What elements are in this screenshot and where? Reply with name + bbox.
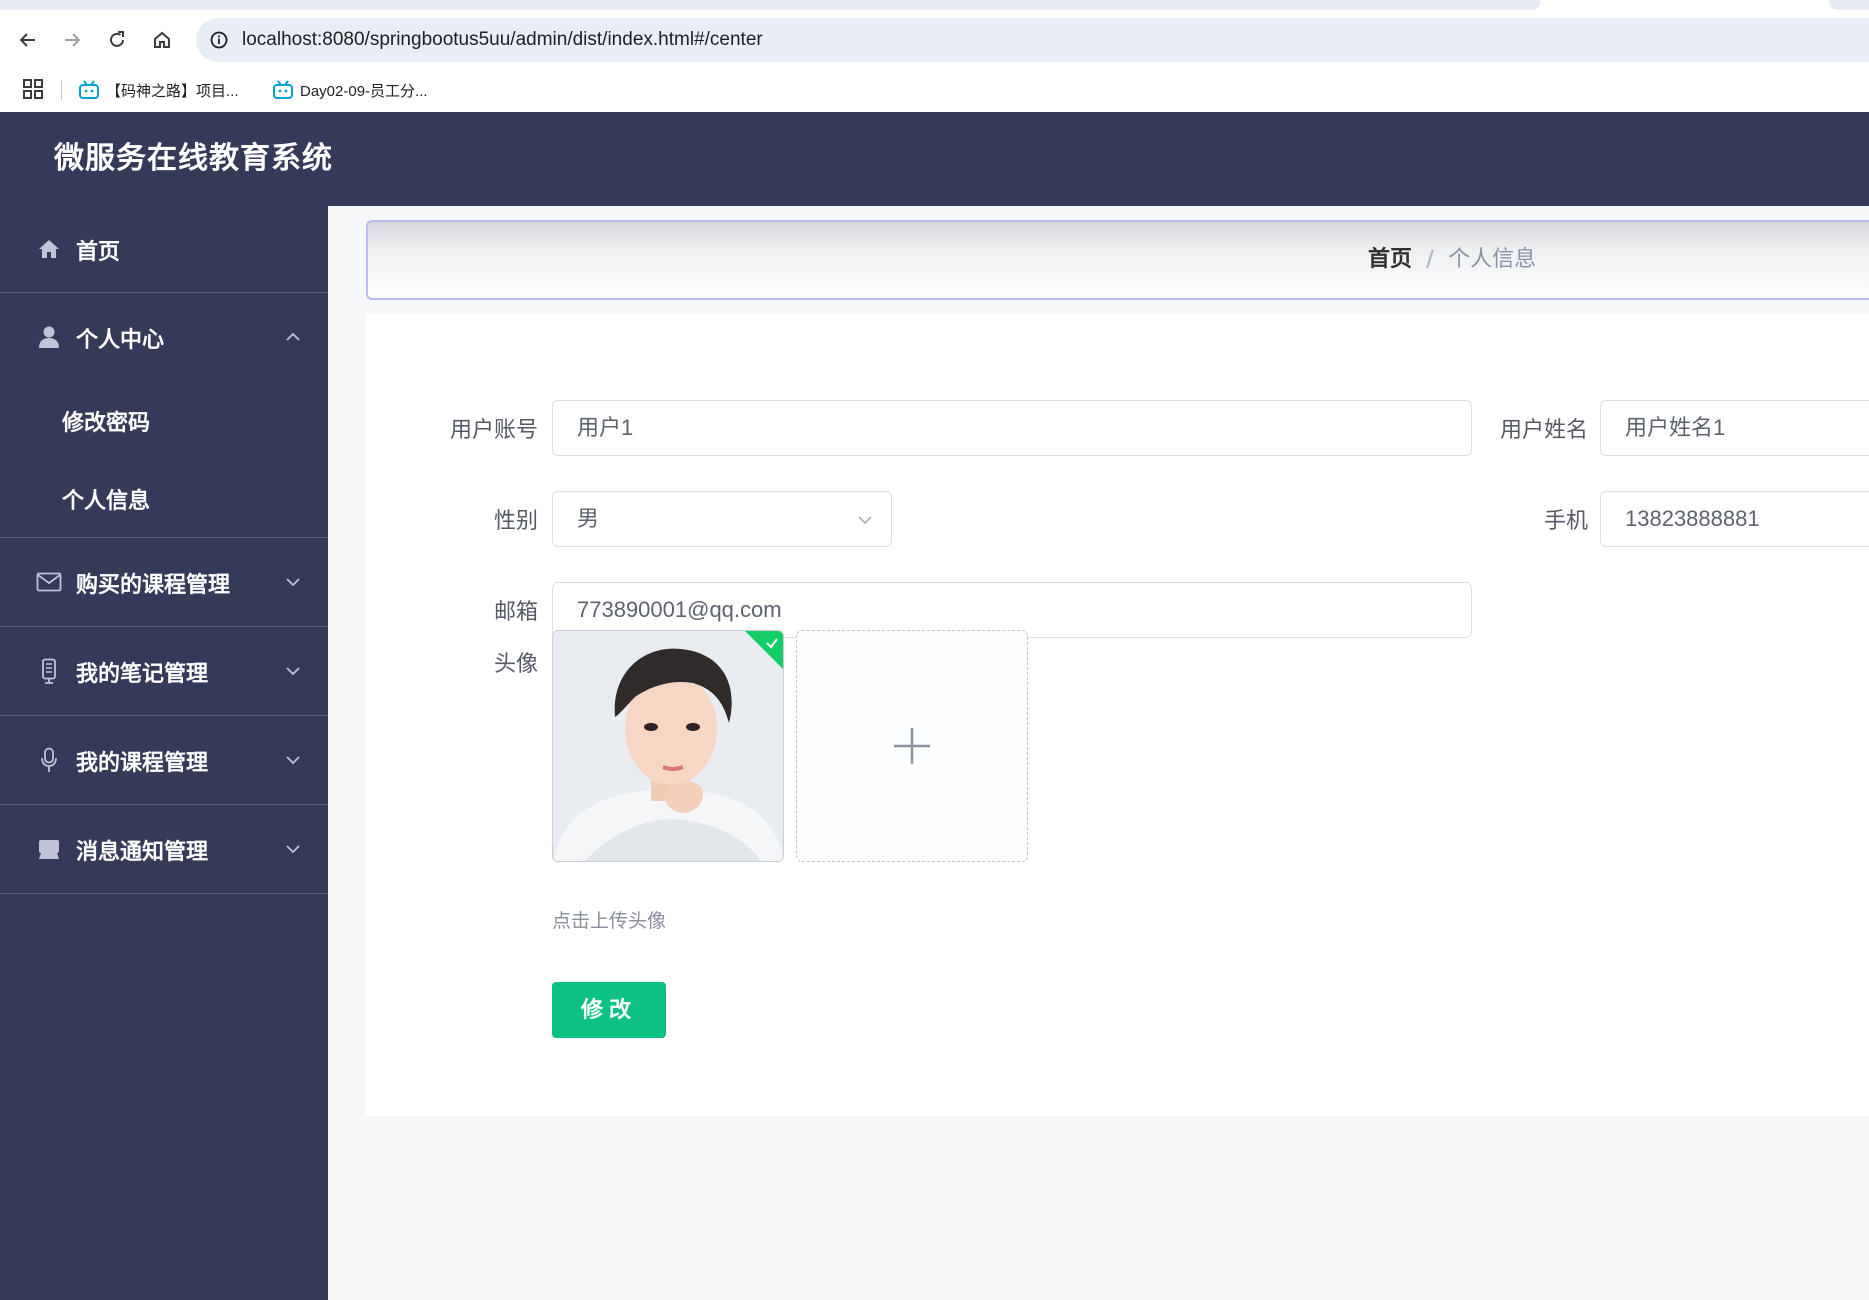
sidebar-item-my-courses[interactable]: 我的课程管理 (0, 716, 328, 804)
sidebar-item-purchased-courses[interactable]: 购买的课程管理 (0, 538, 328, 626)
sidebar-item-home[interactable]: 首页 (0, 206, 328, 292)
address-url[interactable]: localhost:8080/springbootus5uu/admin/dis… (242, 18, 763, 62)
sidebar-subitem-label: 个人信息 (62, 489, 151, 514)
forward-button[interactable] (56, 24, 88, 56)
sidebar-item-personal-center[interactable]: 个人中心 (0, 293, 328, 381)
inbox-icon (36, 836, 62, 862)
main-content: 首页 / 个人信息 用户账号 用户1 用户姓名 用户姓名1 性别 男 手机 13… (328, 206, 1869, 1300)
sidebar-subitem-label: 修改密码 (62, 411, 151, 436)
house-icon (154, 31, 170, 48)
sidebar-item-label: 购买的课程管理 (76, 573, 231, 598)
address-bar[interactable]: localhost:8080/springbootus5uu/admin/dis… (196, 18, 1869, 62)
bookmark-label: Day02-09-员工分... (300, 82, 428, 100)
browser-tabstrip (0, 0, 1869, 10)
phone-field[interactable]: 13823888881 (1600, 491, 1869, 547)
bookmarks-separator (61, 80, 62, 100)
app-header: 微服务在线教育系统 (0, 112, 1869, 206)
chevron-down-icon (286, 756, 300, 765)
check-icon (766, 638, 778, 649)
notebook-icon (36, 658, 62, 684)
microphone-icon (36, 747, 62, 773)
browser-toolbar: localhost:8080/springbootus5uu/admin/dis… (0, 10, 1869, 68)
info-icon[interactable] (210, 31, 228, 49)
sidebar-subitem-change-password[interactable]: 修改密码 (0, 381, 328, 459)
browser-tab-edge (1829, 0, 1869, 10)
chevron-up-icon (286, 332, 300, 341)
name-label: 用户姓名 (1499, 418, 1588, 443)
chevron-down-icon (286, 845, 300, 854)
plus-icon (894, 728, 930, 764)
gender-label: 性别 (493, 509, 538, 534)
app-title: 微服务在线教育系统 (54, 141, 333, 176)
gender-select[interactable]: 男 (552, 491, 892, 547)
bookmark-item[interactable]: Day02-09-员工分... (272, 74, 428, 106)
bookmarks-bar: 【码神之路】项目... Day02-09-员工分... (0, 68, 1869, 112)
submit-button[interactable]: 修改 (552, 982, 666, 1038)
home-button[interactable] (146, 24, 178, 56)
profile-form: 用户账号 用户1 用户姓名 用户姓名1 性别 男 手机 13823888881 … (366, 314, 1869, 1116)
sidebar-item-label: 首页 (76, 240, 121, 265)
home-icon (36, 236, 62, 262)
sidebar: 首页 个人中心 修改密码 个人信息 购买的课程管理 我的笔记管理 我的课程管理 … (0, 206, 328, 1300)
reload-icon (110, 31, 124, 47)
sidebar-item-notifications[interactable]: 消息通知管理 (0, 805, 328, 893)
email-label: 邮箱 (493, 600, 538, 625)
sidebar-item-label: 个人中心 (76, 328, 165, 353)
chevron-down-icon (858, 516, 872, 525)
sidebar-item-label: 我的笔记管理 (76, 662, 209, 687)
mail-icon (36, 569, 62, 595)
bookmark-label: 【码神之路】项目... (106, 82, 239, 100)
apps-grid-icon[interactable] (22, 78, 44, 100)
breadcrumb-bar: 首页 / 个人信息 (366, 220, 1869, 300)
name-field[interactable]: 用户姓名1 (1600, 400, 1869, 456)
bilibili-icon (273, 80, 293, 99)
bilibili-icon (79, 80, 99, 99)
account-label: 用户账号 (449, 418, 538, 443)
sidebar-item-my-notes[interactable]: 我的笔记管理 (0, 627, 328, 715)
browser-active-tab[interactable] (0, 0, 1540, 10)
reload-button[interactable] (101, 24, 133, 56)
arrow-right-icon (65, 33, 81, 47)
gender-select-value: 男 (577, 506, 600, 531)
breadcrumb-home-link[interactable]: 首页 (1368, 222, 1412, 298)
chevron-down-icon (286, 667, 300, 676)
avatar-upload-button[interactable] (796, 630, 1028, 862)
back-button[interactable] (12, 24, 44, 56)
sidebar-item-label: 我的课程管理 (76, 751, 209, 776)
avatar-image[interactable] (552, 630, 784, 862)
chevron-down-icon (286, 578, 300, 587)
sidebar-subitem-personal-info[interactable]: 个人信息 (0, 459, 328, 537)
phone-label: 手机 (1543, 509, 1588, 534)
sidebar-divider (0, 893, 328, 894)
account-field[interactable]: 用户1 (552, 400, 1472, 456)
breadcrumb-current: 个人信息 (1448, 247, 1537, 272)
sidebar-item-label: 消息通知管理 (76, 840, 209, 865)
bookmark-item[interactable]: 【码神之路】项目... (78, 74, 239, 106)
avatar-label: 头像 (493, 652, 538, 677)
upload-hint: 点击上传头像 (552, 910, 667, 932)
user-icon (36, 324, 62, 350)
arrow-left-icon (19, 33, 35, 47)
breadcrumb-separator: / (1426, 247, 1435, 272)
breadcrumb: 首页 / 个人信息 (1368, 222, 1536, 298)
